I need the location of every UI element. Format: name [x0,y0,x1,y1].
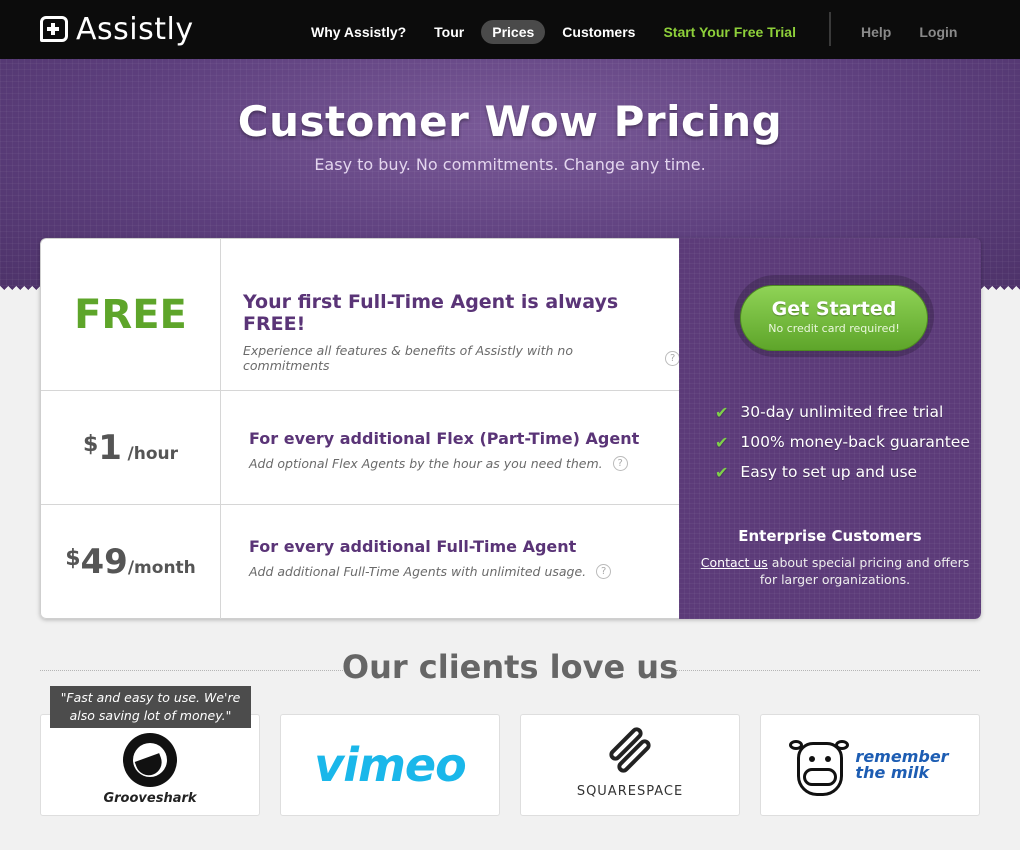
assistly-logo[interactable]: Assistly [40,11,194,47]
benefit-label: 100% money-back guarantee [740,433,970,451]
client-squarespace[interactable]: SQUARESPACE [520,714,740,816]
enterprise-text: Contact us about special pricing and off… [697,554,973,588]
price-cell: $49/month [41,505,221,619]
price-description: For every additional Flex (Part-Time) Ag… [249,429,639,471]
price-detail: Add optional Flex Agents by the hour as … [249,456,639,471]
top-nav: Assistly Why Assistly? Tour Prices Custo… [0,0,1020,59]
client-name: vimeo [314,738,466,792]
price-row-flex: $1 /hour For every additional Flex (Part… [41,391,680,505]
price-row-fulltime: $49/month For every additional Full-Time… [41,505,680,619]
get-started-button[interactable]: Get Started No credit card required! [740,285,928,351]
price-description: Your first Full-Time Agent is always FRE… [243,291,680,373]
price-detail-text: Experience all features & benefits of As… [243,343,573,373]
nav-login[interactable]: Login [908,20,968,44]
price-number: 49 [80,542,128,582]
nav-tour[interactable]: Tour [423,20,475,44]
benefit-label: 30-day unlimited free trial [740,403,944,421]
grooveshark-logo-icon [123,732,177,787]
check-icon: ✔ [715,462,729,482]
price-row-free: FREE Your first Full-Time Agent is alway… [41,239,680,391]
price-number: 1 [98,427,122,468]
nav-customers[interactable]: Customers [551,20,646,44]
price-currency: $ [65,546,81,571]
price-description: For every additional Full-Time Agent Add… [249,537,612,579]
client-grooveshark[interactable]: Grooveshark [40,714,260,816]
price-title: For every additional Flex (Part-Time) Ag… [249,429,640,448]
logo-text: Assistly [76,11,194,47]
price-cell: FREE [41,239,221,390]
price-title: Your first Full-Time Agent is always FRE… [243,291,619,335]
contact-us-link[interactable]: Contact us [701,555,768,570]
price-detail-text: Add optional Flex Agents by the hour as … [249,456,603,471]
nav-free-trial[interactable]: Start Your Free Trial [652,20,807,44]
nav-prices[interactable]: Prices [481,20,546,44]
signup-panel: Get Started No credit card required! ✔ 3… [679,238,981,619]
price-period: /month [127,558,196,578]
benefit-item: ✔ 30-day unlimited free trial [715,397,970,427]
main-nav: Why Assistly? Tour Prices Customers Star… [300,20,813,44]
nav-help[interactable]: Help [850,20,902,44]
page-subtitle: Easy to buy. No commitments. Change any … [314,155,706,174]
rtm-logo: remember the milk [789,734,949,796]
pricing-plans: FREE Your first Full-Time Agent is alway… [40,238,680,619]
price-detail: Add additional Full-Time Agents with unl… [249,564,612,579]
page-title: Customer Wow Pricing [237,97,783,146]
secondary-nav: Help Login [850,20,974,44]
help-icon[interactable]: ? [596,564,612,579]
pricing-table: FREE Your first Full-Time Agent is alway… [40,238,981,619]
price-free: FREE [74,291,187,338]
client-name: Grooveshark [103,790,197,806]
get-started-label: Get Started [771,298,897,320]
price-detail-text: Add additional Full-Time Agents with unl… [249,564,587,579]
client-name: remember the milk [855,749,948,781]
clients-heading: Our clients love us [341,648,679,686]
nav-divider [829,12,831,46]
testimonial-tooltip: "Fast and easy to use. We're also saving… [50,686,251,728]
price-currency: $ [82,431,99,457]
nav-why-assistly[interactable]: Why Assistly? [300,20,417,44]
benefit-label: Easy to set up and use [740,463,918,481]
client-vimeo[interactable]: vimeo [280,714,500,816]
help-icon[interactable]: ? [612,456,628,471]
check-icon: ✔ [715,402,729,422]
check-icon: ✔ [715,432,729,452]
client-name: SQUARESPACE [576,783,684,799]
logo-plus-icon [40,16,68,42]
price-period: /hour [127,443,179,464]
price-detail: Experience all features & benefits of As… [243,343,680,373]
benefit-item: ✔ Easy to set up and use [715,457,970,487]
benefit-list: ✔ 30-day unlimited free trial ✔ 100% mon… [715,397,970,487]
price-title: For every additional Full-Time Agent [249,537,577,556]
price-amount: $1 /hour [83,428,178,468]
price-amount: $49/month [65,542,196,582]
cow-logo-icon [789,734,850,796]
client-remember-the-milk[interactable]: remember the milk [760,714,980,816]
price-cell: $1 /hour [41,391,221,504]
enterprise-title: Enterprise Customers [738,527,922,545]
squarespace-logo-icon [601,724,659,778]
help-icon[interactable]: ? [665,350,680,366]
get-started-sublabel: No credit card required! [768,322,900,335]
rtm-line-2: the milk [855,763,930,782]
enterprise-description: about special pricing and offers for lar… [759,555,970,587]
benefit-item: ✔ 100% money-back guarantee [715,427,970,457]
